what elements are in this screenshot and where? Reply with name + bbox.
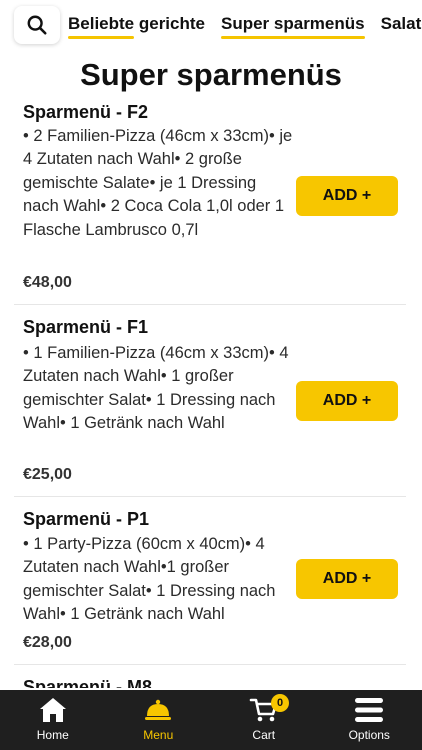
nav-menu[interactable]: Menu <box>106 690 212 750</box>
tab-super-sparmenus[interactable]: Super sparmenüs <box>221 0 365 52</box>
tab-active-underline <box>221 36 365 39</box>
item-title: Sparmenü - F2 <box>23 102 149 122</box>
category-tabs: Beliebte gerichte Super sparmenüs Salate <box>68 0 422 52</box>
tab-underline <box>68 36 134 39</box>
tab-beliebte-gerichte[interactable]: Beliebte gerichte <box>68 0 205 52</box>
search-icon <box>27 15 47 35</box>
tab-salate[interactable]: Salate <box>381 0 422 52</box>
nav-home[interactable]: Home <box>0 690 106 750</box>
nav-label: Menu <box>143 728 174 742</box>
tab-label: Super sparmenüs <box>221 14 365 33</box>
list-item: Sparmenü - F2 • 2 Familien-Pizza (46cm x… <box>14 98 406 305</box>
list-item: Sparmenü - F1 • 1 Familien-Pizza (46cm x… <box>14 305 406 497</box>
item-description: • 1 Familien-Pizza (46cm x 33cm)• 4 Zuta… <box>23 344 289 433</box>
item-description: • 2 Familien-Pizza (46cm x 33cm)• je 4 Z… <box>23 127 293 239</box>
item-price: €48,00 <box>23 274 72 291</box>
search-button[interactable] <box>14 6 60 44</box>
add-button[interactable]: ADD + <box>296 381 398 421</box>
tab-label: Beliebte gerichte <box>68 14 205 33</box>
cart-count-badge: 0 <box>271 694 289 712</box>
bottom-navigation: Home Menu 0 Cart Options <box>0 690 422 750</box>
tab-label: Salate <box>380 14 422 33</box>
nav-label: Home <box>36 728 69 742</box>
nav-label: Cart <box>252 728 276 742</box>
list-item: Sparmenü - M8 <box>14 665 406 688</box>
list-item: Sparmenü - P1 • 1 Party-Pizza (60cm x 40… <box>14 497 406 665</box>
menu-cloche-icon <box>145 699 172 720</box>
add-button[interactable]: ADD + <box>296 559 398 599</box>
nav-cart[interactable]: 0 Cart <box>211 690 317 750</box>
item-price: €25,00 <box>23 466 72 483</box>
item-title: Sparmenü - F1 <box>23 317 149 337</box>
item-title: Sparmenü - M8 <box>23 677 153 688</box>
nav-options[interactable]: Options <box>317 690 422 750</box>
home-icon <box>39 698 66 722</box>
nav-label: Options <box>348 728 390 742</box>
page-title: Super sparmenüs <box>80 57 342 92</box>
item-title: Sparmenü - P1 <box>23 509 150 529</box>
category-bar: Beliebte gerichte Super sparmenüs Salate <box>0 0 422 52</box>
item-description: • 1 Party-Pizza (60cm x 40cm)• 4 Zutaten… <box>23 535 276 624</box>
item-price: €28,00 <box>23 634 72 651</box>
menu-item-list[interactable]: Sparmenü - F2 • 2 Familien-Pizza (46cm x… <box>0 98 422 688</box>
add-button[interactable]: ADD + <box>296 176 398 216</box>
options-icon <box>355 698 384 722</box>
